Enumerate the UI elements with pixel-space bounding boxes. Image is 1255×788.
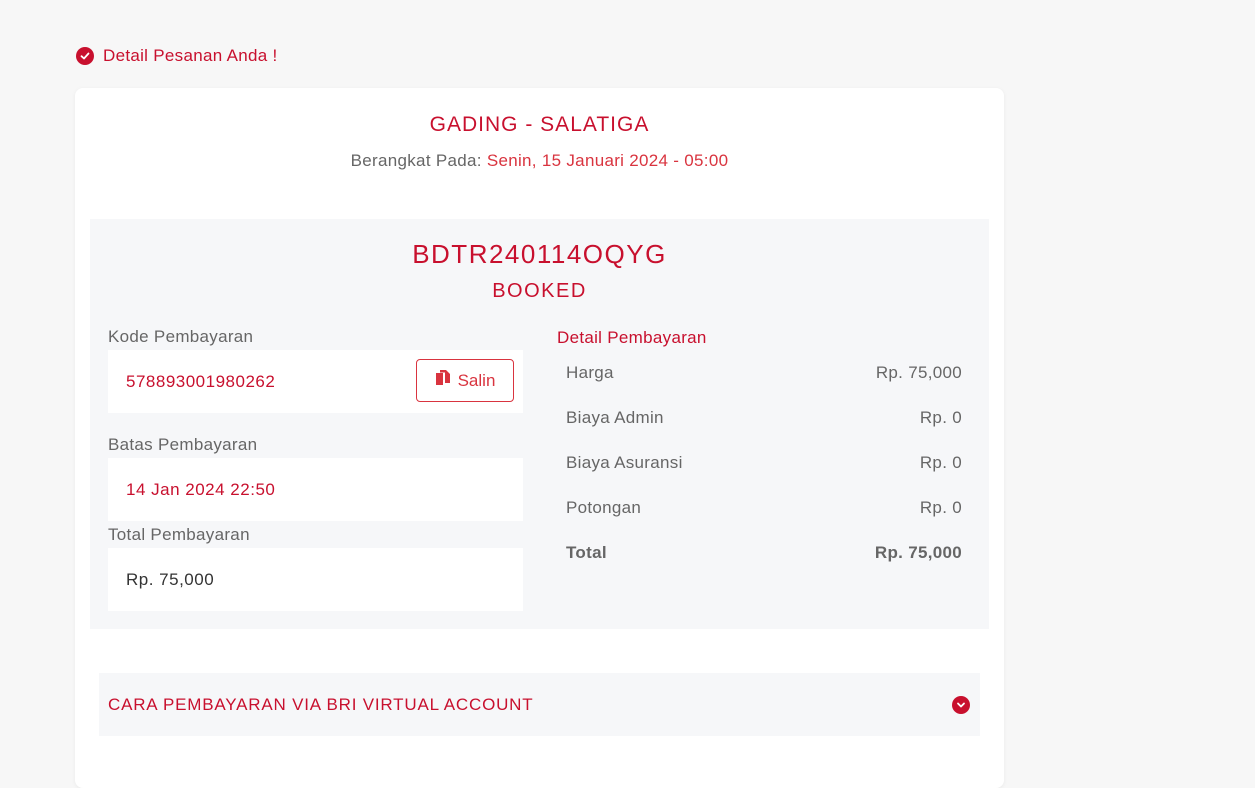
detail-row-admin-fee: Biaya Admin Rp. 0 [566,408,962,428]
payment-total-box: Rp. 75,000 [108,548,523,611]
departure-info: Berangkat Pada: Senin, 15 Januari 2024 -… [75,151,1004,171]
booking-status: BOOKED [492,280,587,302]
detail-label: Potongan [566,498,642,517]
detail-label: Biaya Asuransi [566,453,683,472]
copy-label: Salin [457,370,496,390]
detail-label: Total [566,543,607,562]
copy-icon [435,369,451,392]
accordion-title: CARA PEMBAYARAN VIA BRI VIRTUAL ACCOUNT [108,694,534,714]
copy-button[interactable]: Salin [416,359,514,402]
page-title: Detail Pesanan Anda ! [103,46,278,65]
payment-total-label: Total Pembayaran [108,525,250,544]
payment-code-box: 578893001980262 Salin [108,350,523,413]
payment-deadline-label: Batas Pembayaran [108,435,258,454]
payment-deadline-value: 14 Jan 2024 22:50 [126,479,276,499]
detail-row-total: Total Rp. 75,000 [566,543,962,563]
check-circle-icon [76,47,94,65]
chevron-down-icon[interactable] [952,695,970,714]
booking-code: BDTR240114OQYG [412,239,667,269]
detail-row-discount: Potongan Rp. 0 [566,498,962,518]
detail-value: Rp. 0 [919,453,962,472]
detail-value: Rp. 75,000 [875,363,962,382]
booking-card: GADING - SALATIGA Berangkat Pada: Senin,… [75,88,1004,788]
payment-details-title: Detail Pembayaran [557,328,707,347]
payment-deadline-box: 14 Jan 2024 22:50 [108,458,523,521]
booking-panel: BDTR240114OQYG BOOKED Kode Pembayaran 57… [90,219,989,629]
detail-value: Rp. 75,000 [874,543,962,562]
departure-datetime: Senin, 15 Januari 2024 - 05:00 [486,151,729,170]
departure-label: Berangkat Pada: [350,151,482,170]
payment-code-label: Kode Pembayaran [108,327,254,346]
payment-code-value: 578893001980262 [126,371,276,391]
detail-label: Harga [566,363,614,382]
trip-route: GADING - SALATIGA [429,113,650,136]
detail-row-insurance-fee: Biaya Asuransi Rp. 0 [566,453,962,473]
detail-value: Rp. 0 [919,408,962,427]
detail-label: Biaya Admin [566,408,664,427]
detail-row-price: Harga Rp. 75,000 [566,363,962,383]
detail-value: Rp. 0 [919,498,962,517]
payment-instructions-accordion[interactable]: CARA PEMBAYARAN VIA BRI VIRTUAL ACCOUNT [99,673,980,736]
payment-total-value: Rp. 75,000 [126,569,215,589]
page-heading: Detail Pesanan Anda ! [76,46,278,66]
